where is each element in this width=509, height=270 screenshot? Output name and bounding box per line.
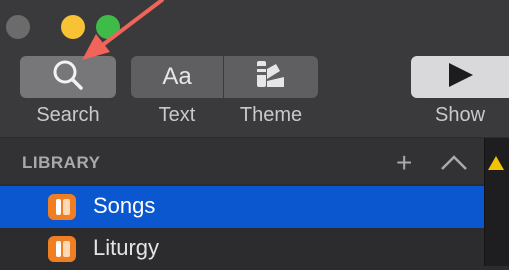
annotation-arrow [82,0,164,60]
